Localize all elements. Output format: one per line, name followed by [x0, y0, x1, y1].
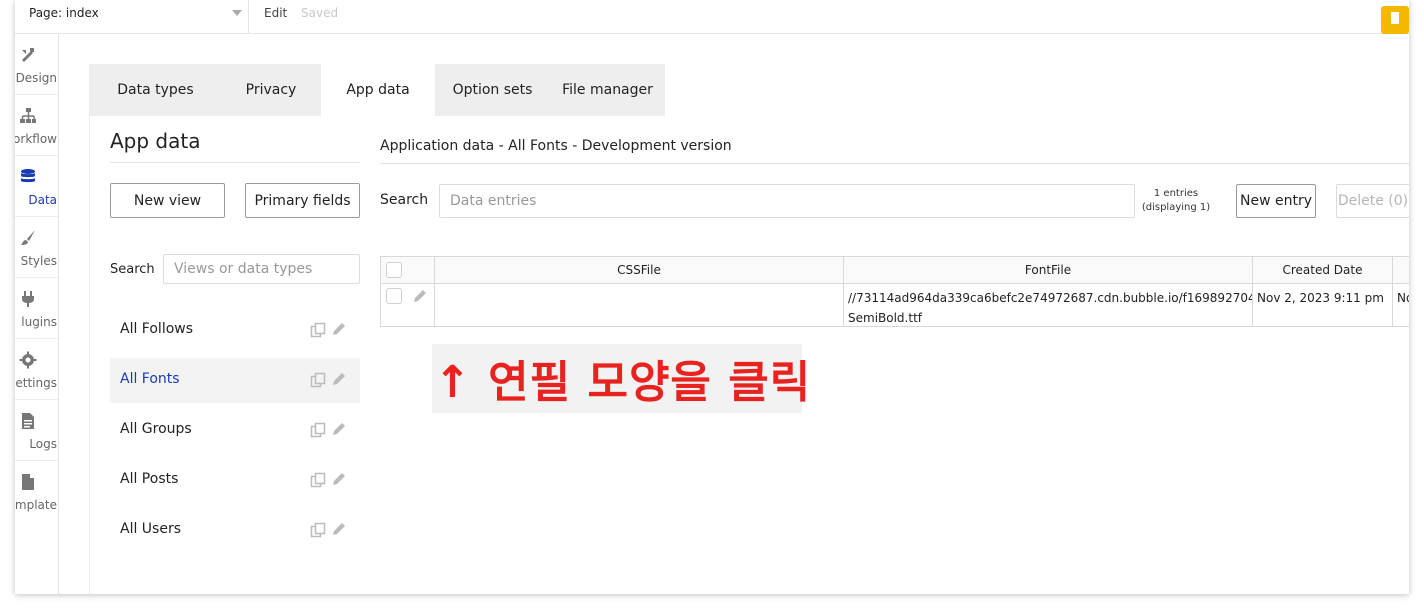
app-data-title: Application data - All Fonts - Developme… [380, 138, 732, 154]
entries-displaying: (displaying 1) [1141, 202, 1211, 213]
annotation-callout: ↑ 연필 모양을 클릭 [432, 344, 810, 413]
list-item[interactable]: All Groups [110, 408, 360, 453]
nav-item-plugins[interactable]: lugins [15, 278, 59, 339]
pencil-icon[interactable] [332, 472, 346, 486]
nav-label: Design [15, 71, 57, 85]
copy-icon[interactable] [310, 472, 326, 488]
search-label: Search [110, 262, 155, 277]
new-view-button[interactable]: New view [110, 183, 225, 218]
column-header[interactable]: Created Date [1253, 257, 1393, 284]
edit-menu[interactable]: Edit [264, 6, 287, 20]
list-item[interactable]: All Follows [110, 308, 360, 353]
copy-icon[interactable] [310, 322, 326, 338]
nav-item-settings[interactable]: ettings [15, 339, 59, 400]
new-entry-button[interactable]: New entry [1236, 184, 1316, 218]
tab-data-types[interactable]: Data types [90, 64, 221, 116]
data-type-name: All Users [120, 521, 182, 537]
data-type-name: All Fonts [120, 371, 180, 387]
document-icon [22, 413, 34, 429]
page-title: App data [110, 129, 201, 153]
select-all-checkbox[interactable] [386, 262, 402, 278]
save-status: Saved [301, 6, 339, 20]
select-all-header [381, 257, 435, 284]
nav-label: lugins [21, 315, 57, 329]
divider [380, 163, 1409, 164]
tab-privacy[interactable]: Privacy [221, 64, 321, 116]
annotation-text: ↑ 연필 모양을 클릭 [434, 357, 812, 408]
pencil-icon[interactable] [332, 522, 346, 536]
cell-text: Nov 2, 2023 9:11 pm [1257, 291, 1384, 305]
divider [248, 0, 249, 34]
nav-item-design[interactable]: Design [15, 34, 59, 95]
nav-label: Styles [20, 254, 57, 268]
top-bar: Page: index Edit Saved [15, 0, 1409, 34]
data-table: CSSFile FontFile Created Date //73114ad9… [380, 256, 1409, 327]
list-item[interactable]: All Users [110, 508, 360, 553]
cell-line: SemiBold.ttf [848, 311, 922, 325]
list-item[interactable]: All Posts [110, 458, 360, 503]
tab-option-sets[interactable]: Option sets [435, 64, 550, 116]
tab-file-manager[interactable]: File manager [550, 64, 665, 116]
main-panel: Data types Privacy App data Option sets … [89, 64, 1409, 594]
nav-item-workflow[interactable]: orkflow [15, 95, 59, 156]
divider [110, 162, 360, 163]
chevron-down-icon[interactable] [232, 10, 242, 16]
table-cell[interactable]: //73114ad964da339ca6befc2e74972687.cdn.b… [844, 284, 1253, 326]
search-label: Search [380, 192, 429, 208]
primary-fields-button[interactable]: Primary fields [245, 183, 360, 218]
row-controls [381, 284, 435, 326]
tab-app-data[interactable]: App data [321, 64, 435, 116]
column-header[interactable] [1393, 257, 1409, 284]
views-search-input[interactable] [163, 254, 360, 284]
data-entries-search-input[interactable] [439, 184, 1135, 218]
table-cell[interactable] [435, 284, 844, 326]
pencil-icon[interactable] [332, 372, 346, 386]
plug-icon [22, 291, 34, 307]
table-cell[interactable]: Nov 2, 2023 9:11 pm [1393, 284, 1409, 326]
app-window: Page: index Edit Saved Design orkflow Da… [15, 0, 1409, 594]
data-type-name: All Groups [120, 421, 192, 437]
data-type-name: All Posts [120, 471, 179, 487]
brand-logo-icon[interactable] [1381, 6, 1409, 34]
delete-button[interactable]: Delete (0) [1336, 184, 1409, 218]
row-checkbox[interactable] [386, 288, 402, 304]
entries-count: 1 entries (displaying 1) [1138, 187, 1214, 215]
data-type-name: All Follows [120, 321, 194, 337]
nav-item-logs[interactable]: Logs [15, 400, 59, 461]
nav-label: ettings [15, 376, 57, 390]
nav-item-styles[interactable]: Styles [15, 217, 59, 278]
nav-item-data[interactable]: Data [15, 156, 59, 217]
column-header[interactable]: CSSFile [435, 257, 844, 284]
cell-line: //73114ad964da339ca6befc2e74972687.cdn.b… [848, 291, 1253, 305]
pencil-icon[interactable] [332, 422, 346, 436]
nav-label: mplate [15, 498, 57, 512]
database-icon [21, 169, 35, 183]
copy-icon[interactable] [310, 422, 326, 438]
gear-icon [19, 351, 37, 369]
sidebar-nav: Design orkflow Data Styles lugins etting… [15, 34, 59, 594]
cell-text: //73114ad964da339ca6befc2e74972687.cdn.b… [848, 288, 1253, 326]
nav-label: orkflow [15, 132, 57, 146]
pencil-icon[interactable] [413, 289, 427, 303]
list-item[interactable]: All Fonts [110, 358, 360, 403]
cell-text: Nov 2, 2023 9:11 pm [1397, 291, 1409, 305]
design-icon [22, 48, 34, 62]
copy-icon[interactable] [310, 372, 326, 388]
nav-item-template[interactable]: mplate [15, 461, 59, 522]
entries-total: 1 entries [1153, 188, 1199, 199]
column-header[interactable]: FontFile [844, 257, 1253, 284]
copy-icon[interactable] [310, 522, 326, 538]
page-selector[interactable]: Page: index [29, 6, 99, 20]
brush-icon [21, 230, 35, 245]
nav-label: Logs [29, 437, 57, 451]
table-cell[interactable]: Nov 2, 2023 9:11 pm [1253, 284, 1393, 326]
tab-bar: Data types Privacy App data Option sets … [90, 64, 665, 116]
nav-label: Data [28, 193, 57, 207]
template-icon [22, 474, 34, 490]
workflow-icon [20, 108, 36, 123]
pencil-icon[interactable] [332, 322, 346, 336]
